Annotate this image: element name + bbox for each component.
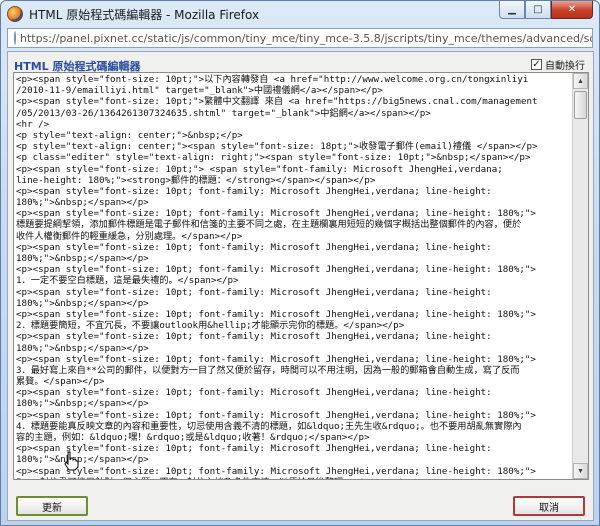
maximize-button[interactable]: □ (525, 1, 551, 19)
code-line: 180%;">&nbsp;</span></p> (16, 454, 149, 466)
minimize-button[interactable]: ▁ (499, 1, 525, 19)
code-line: 5．一封信盡可能只針對一個主題，不在一封信內談及多件事情，以便於日後整理。</s… (16, 477, 572, 479)
code-line: 180%;">&nbsp;</span></p> (16, 342, 149, 354)
code-line: <p><span style="font-size: 10pt;">繁體中文翻譯… (16, 96, 538, 108)
code-line: 標題要提綱挈領，添加郵件標題是電子郵件和信箋的主要不同之處，在主題欄裏用短短的幾… (16, 219, 522, 231)
update-button[interactable]: 更新 (16, 496, 88, 516)
maximize-icon: □ (533, 4, 543, 15)
code-line: <p><span style="font-size: 10pt; font-fa… (16, 241, 492, 253)
scroll-down-arrow-icon[interactable]: ▼ (573, 463, 588, 479)
code-line: <hr /> (16, 118, 50, 130)
code-line: 收件人權衡郵件的輕重緩急，分別處理。</span></p> (16, 230, 243, 242)
url-text: https://panel.pixnet.cc/static/js/common… (20, 31, 592, 45)
code-line: 容的主題，例如：&ldquo;嘿！&rdquo;或是&ldquo;收著！&rdq… (16, 432, 370, 443)
code-line: <p><span style="font-size: 10pt; font-fa… (16, 208, 536, 220)
code-line: /2010-11-9/emailliyi.html" target="_blan… (16, 85, 383, 97)
address-bar[interactable]: https://panel.pixnet.cc/static/js/common… (7, 28, 593, 48)
code-line: <p><span style="font-size: 10pt; font-fa… (16, 353, 536, 365)
source-editor-dialog: HTML 原始程式碼編輯器 ✓ 自動換行 <p><span style="fon… (7, 51, 594, 521)
code-line: 180%;">&nbsp;</span></p> (16, 398, 149, 410)
code-line: <p><span style="font-size: 10pt; font-fa… (16, 387, 492, 399)
code-line: <p><span style="font-size: 10pt;"> <span… (16, 163, 503, 175)
firefox-icon (7, 6, 23, 22)
code-line: <p><span style="font-size: 10pt; font-fa… (16, 465, 536, 477)
cancel-button[interactable]: 取消 (513, 496, 585, 516)
code-line: 2．標題要簡短，不宜冗長，不要讓outlook用&hellip;才能顯示完你的標… (16, 320, 405, 332)
code-line: <p><span style="font-size: 10pt; font-fa… (16, 264, 536, 276)
word-wrap-label: 自動換行 (545, 61, 585, 72)
hand-cursor-icon (64, 451, 79, 471)
window-controls: ▁ □ ✕ (499, 1, 593, 19)
vertical-scrollbar[interactable]: ▲ ▼ (572, 73, 588, 479)
code-line: <p><span style="font-size: 10pt; font-fa… (16, 331, 492, 343)
word-wrap-checkbox[interactable]: ✓ (531, 59, 542, 70)
code-line: <p><span style="font-size: 10pt; font-fa… (16, 409, 536, 421)
code-line: line-height: 180%;"><strong>郵件的標題：</stro… (16, 174, 376, 186)
code-line: <p style="text-align: center;">&nbsp;</p… (16, 129, 243, 141)
close-icon: ✕ (567, 4, 577, 15)
code-line: 180%;">&nbsp;</span></p> (16, 197, 149, 209)
scroll-up-arrow-icon[interactable]: ▲ (573, 73, 588, 89)
code-line: <p class="editer" style="text-align: rig… (16, 152, 531, 164)
code-line: 180%;">&nbsp;</span></p> (16, 253, 149, 264)
code-line: 3．最好寫上來自**公司的郵件，以便對方一目了然又便於留存，時間可以不用注明，因… (16, 364, 520, 376)
browser-window: HTML 原始程式碼編輯器 - Mozilla Firefox ▁ □ ✕ ht… (0, 0, 600, 526)
code-line: <p><span style="font-size: 10pt; font-fa… (16, 443, 492, 455)
html-source-textarea[interactable]: <p><span style="font-size: 10pt;">以下內容轉發… (13, 72, 589, 480)
code-line: 4．標題要能真反映文章的內容和重要性，切忌使用含義不清的標題，如&ldquo;王… (16, 420, 522, 432)
window-title: HTML 原始程式碼編輯器 - Mozilla Firefox (29, 7, 260, 22)
word-wrap-toggle[interactable]: ✓ 自動換行 (531, 57, 585, 72)
code-line: 1．一定不要空白標題，這是最失禮的。</span></p> (16, 275, 239, 287)
code-line: <p style="text-align: center;"><span sty… (16, 141, 538, 153)
code-line: 180%;">&nbsp;</span></p> (16, 297, 149, 309)
code-line: /05/2013/03-26/1364261307324635.shtml" t… (16, 107, 431, 119)
close-button[interactable]: ✕ (551, 1, 593, 19)
code-line: <p><span style="font-size: 10pt;">以下內容轉發… (16, 74, 529, 85)
code-line: <p><span style="font-size: 10pt; font-fa… (16, 286, 492, 298)
code-line: <p><span style="font-size: 10pt; font-fa… (16, 185, 492, 197)
code-line: 累贅。</span></p> (16, 376, 105, 388)
minimize-icon: ▁ (508, 4, 516, 15)
scrollbar-thumb[interactable] (574, 91, 587, 119)
code-line: <p><span style="font-size: 10pt; font-fa… (16, 308, 536, 320)
title-bar[interactable]: HTML 原始程式碼編輯器 - Mozilla Firefox ▁ □ ✕ (1, 1, 599, 27)
globe-icon (14, 31, 16, 45)
source-code-lines: <p><span style="font-size: 10pt;">以下內容轉發… (16, 74, 572, 479)
